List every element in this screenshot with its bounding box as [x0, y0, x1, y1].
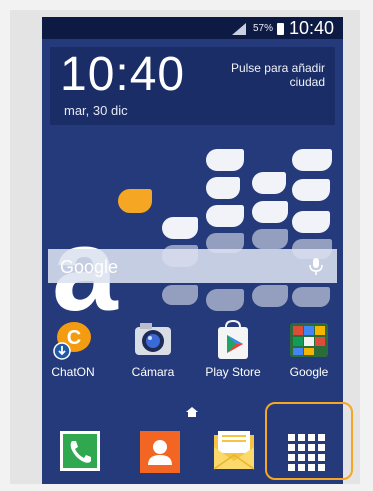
wallpaper-shape	[206, 289, 244, 311]
clock-widget[interactable]: 10:40 mar, 30 dic Pulse para añadir ciud…	[50, 47, 335, 125]
signal-icon	[232, 23, 246, 35]
home-page-indicator-icon	[186, 407, 198, 417]
status-time: 10:40	[289, 18, 335, 38]
search-label: Google	[60, 257, 119, 277]
wallpaper-shape	[206, 205, 244, 227]
app-label: Cámara	[131, 365, 175, 379]
app-google-folder[interactable]: Google	[278, 319, 340, 379]
app-play-store[interactable]: Play Store	[202, 319, 264, 379]
wallpaper-shape	[206, 149, 244, 171]
wallpaper-shape	[252, 201, 288, 223]
chaton-icon: C	[52, 319, 94, 361]
wallpaper-shape	[162, 285, 198, 305]
dock-contacts[interactable]	[134, 427, 186, 479]
wallpaper-shape	[292, 287, 330, 307]
wallpaper-shape	[292, 179, 330, 201]
app-label: Google	[289, 365, 329, 379]
add-city-prompt[interactable]: Pulse para añadir ciudad	[195, 61, 325, 89]
contacts-icon	[140, 431, 180, 473]
wallpaper-shape	[252, 285, 288, 307]
app-chaton[interactable]: C ChatON	[42, 319, 104, 379]
google-folder-icon	[288, 319, 330, 361]
wallpaper-shape	[252, 172, 286, 194]
dock-phone[interactable]	[56, 427, 108, 479]
messages-icon	[213, 431, 255, 470]
dock-messages[interactable]	[208, 427, 260, 479]
wallpaper-shape	[292, 149, 332, 171]
status-bar: 57% 10:40	[42, 17, 343, 39]
wallpaper-shape	[292, 211, 330, 233]
wallpaper-shape	[162, 217, 198, 239]
clock-time: 10:40	[60, 48, 186, 101]
wallpaper-shape-yellow	[118, 189, 152, 213]
camera-icon	[132, 319, 174, 361]
microphone-icon[interactable]	[305, 255, 327, 277]
app-label: ChatON	[51, 365, 95, 379]
battery-icon	[277, 23, 284, 35]
wallpaper-shape	[252, 229, 288, 249]
app-label: Play Store	[205, 365, 261, 379]
add-city-line1: Pulse para añadir	[230, 61, 325, 75]
battery-percent: 57%	[253, 23, 274, 34]
clock-date: mar, 30 dic	[64, 103, 128, 118]
wallpaper-shape	[206, 177, 240, 199]
play-store-icon	[212, 319, 254, 361]
phone-icon	[60, 431, 100, 471]
add-city-line2: ciudad	[289, 75, 325, 89]
google-search-widget[interactable]: Google	[48, 249, 337, 283]
apps-button-highlight	[265, 402, 353, 480]
app-camera[interactable]: Cámara	[122, 319, 184, 379]
